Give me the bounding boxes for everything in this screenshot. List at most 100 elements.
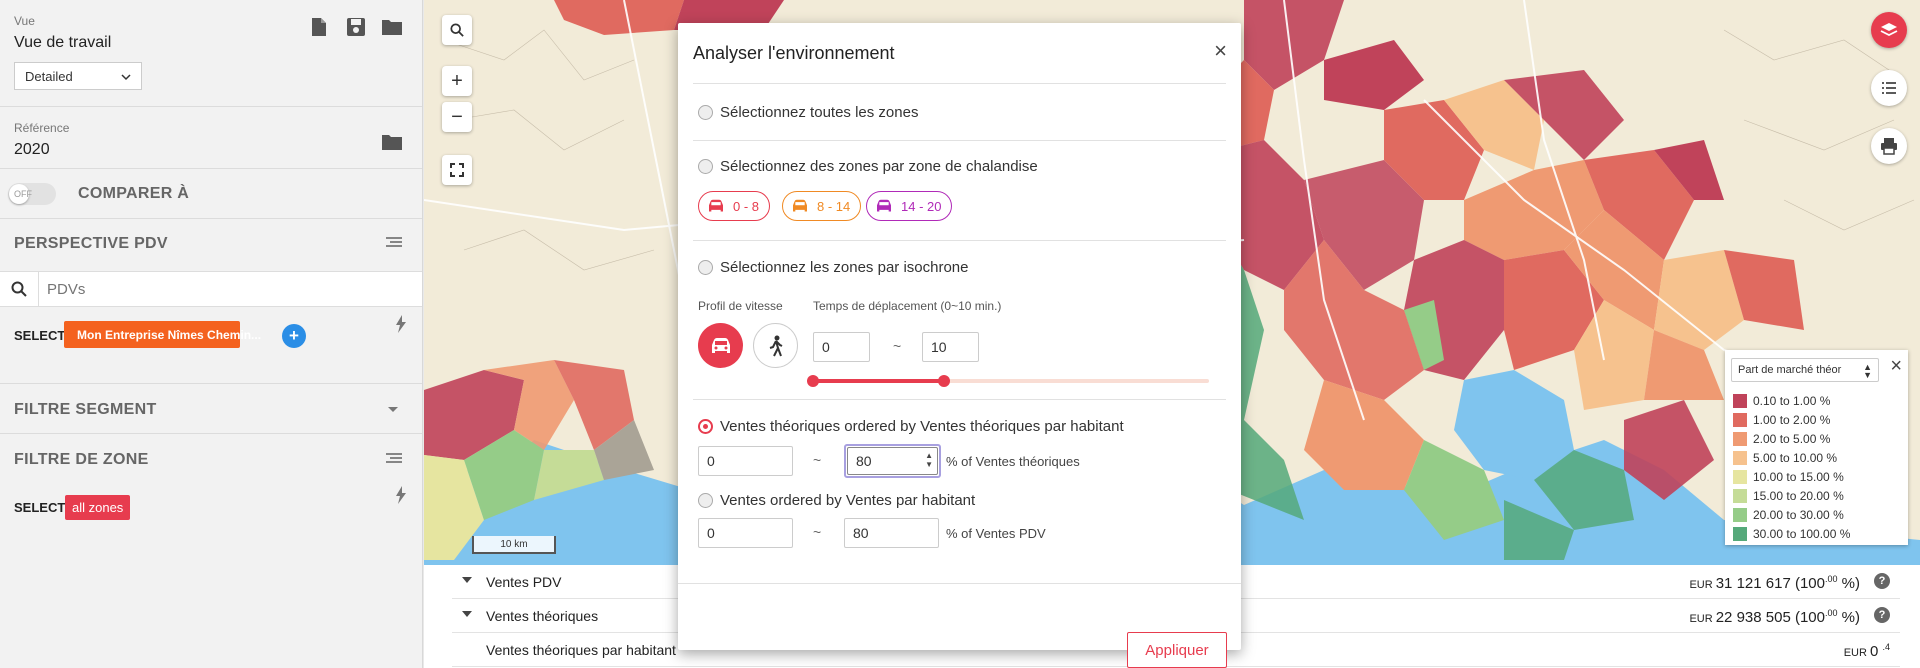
all-zones-chip[interactable]: all zones [65, 495, 131, 520]
stats-value: EUR 22 938 505 (100.00 %) [1689, 608, 1860, 626]
toggle-label: OFF [14, 189, 32, 199]
folder-icon[interactable] [381, 18, 403, 36]
reference-label: Référence [14, 121, 70, 135]
slider-handle-max[interactable] [938, 375, 950, 387]
slider-handle-min[interactable] [807, 375, 819, 387]
search-icon [11, 281, 27, 297]
pedestrian-icon [769, 335, 782, 356]
legend-item: 2.00 to 5.00 % [1733, 432, 1830, 446]
expand-caret-icon[interactable] [462, 611, 472, 617]
legend-item: 15.00 to 20.00 % [1733, 489, 1844, 503]
zone-title: FILTRE DE ZONE [14, 451, 149, 468]
list-button[interactable] [1871, 70, 1907, 106]
legend-close-button[interactable]: × [1890, 355, 1902, 378]
view-mode-select[interactable]: Detailed [14, 62, 142, 90]
layers-icon [1880, 23, 1898, 37]
sales-min-input[interactable] [698, 518, 793, 548]
menu-lines-icon[interactable] [385, 237, 403, 249]
zoom-in-button[interactable]: + [442, 66, 472, 96]
print-button[interactable] [1871, 128, 1907, 164]
divider [693, 240, 1226, 241]
lightning-icon[interactable] [395, 486, 407, 504]
help-icon[interactable]: ? [1874, 573, 1890, 589]
zoom-out-button[interactable]: − [442, 102, 472, 132]
close-dialog-button[interactable]: × [1214, 38, 1227, 64]
option-catchment[interactable]: Sélectionnez des zones par zone de chala… [720, 158, 1038, 175]
compare-label: COMPARER À [78, 185, 190, 202]
option-isochrone[interactable]: Sélectionnez les zones par isochrone [720, 259, 968, 276]
chevron-down-icon [121, 74, 131, 81]
search-map-button[interactable] [442, 15, 472, 45]
legend-swatch [1733, 489, 1747, 503]
range-separator: ~ [893, 338, 902, 354]
legend-select[interactable]: Part de marché théor ▲ ▼ [1731, 358, 1879, 382]
legend-swatch [1733, 394, 1747, 408]
legend-select-value: Part de marché théor [1738, 364, 1842, 376]
fullscreen-button[interactable] [442, 155, 472, 185]
theo-min-input[interactable] [698, 446, 793, 476]
radio-catchment[interactable] [698, 159, 713, 174]
car-profile-button[interactable] [698, 323, 743, 368]
segment-section[interactable]: FILTRE SEGMENT [0, 384, 422, 434]
divider [693, 83, 1226, 84]
pill-label: 0 - 8 [733, 198, 760, 214]
sales-max-input[interactable] [844, 518, 939, 548]
map-legend: Part de marché théor ▲ ▼ × 0.10 to 1.00 %… [1725, 350, 1908, 545]
theo-max-field[interactable]: ▲▼ [844, 444, 941, 478]
legend-label: 15.00 to 20.00 % [1753, 489, 1844, 503]
new-file-icon[interactable] [310, 17, 328, 37]
stepper-icon[interactable]: ▲ ▼ [925, 451, 933, 469]
fullscreen-icon [450, 163, 464, 177]
search-input[interactable] [38, 272, 418, 306]
apply-button[interactable]: Appliquer [1127, 632, 1227, 668]
time-slider[interactable] [807, 374, 1209, 388]
menu-lines-icon[interactable] [385, 453, 403, 465]
view-section: Vue Vue de travail Detailed [0, 0, 422, 107]
compare-toggle[interactable]: OFF [8, 183, 56, 205]
pdv-search[interactable] [0, 271, 422, 307]
value-number: 22 938 505 (100 [1715, 609, 1825, 626]
lightning-icon[interactable] [395, 315, 407, 333]
catchment-pill[interactable]: 14 - 20 [866, 191, 953, 221]
selected-pdv-chip[interactable]: Mon Entreprise Nîmes Chemin... [64, 321, 261, 348]
folder-icon[interactable] [381, 133, 403, 151]
option-all-zones[interactable]: Sélectionnez toutes les zones [720, 104, 918, 121]
currency-label: EUR [1689, 613, 1716, 625]
reference-section: Référence 2020 [0, 107, 422, 169]
legend-item: 10.00 to 15.00 % [1733, 470, 1844, 484]
legend-item: 5.00 to 10.00 % [1733, 451, 1837, 465]
add-pdv-button[interactable]: + [282, 324, 306, 348]
iso-max-input[interactable] [922, 332, 979, 362]
radio-sales[interactable] [698, 493, 713, 508]
radio-isochrone[interactable] [698, 260, 713, 275]
theo-unit: % of Ventes théoriques [946, 454, 1080, 469]
option-sales[interactable]: Ventes ordered by Ventes par habitant [720, 492, 975, 509]
range-separator: ~ [813, 452, 822, 468]
view-value: Vue de travail [14, 34, 112, 51]
range-separator: ~ [813, 524, 822, 540]
caret-down-icon[interactable] [387, 406, 399, 414]
catchment-pill[interactable]: 0 - 8 [698, 191, 771, 221]
zone-section: FILTRE DE ZONE SELECT all zones [0, 434, 422, 554]
layers-button[interactable] [1871, 12, 1907, 48]
legend-label: 30.00 to 100.00 % [1753, 527, 1851, 541]
reference-value: 2020 [14, 141, 50, 158]
currency-label: EUR [1689, 579, 1716, 591]
save-icon[interactable] [346, 17, 366, 37]
walk-profile-button[interactable] [753, 323, 798, 368]
value-decimals: .4 [1882, 642, 1890, 652]
stats-value: EUR 0 .4 [1844, 642, 1890, 660]
radio-all-zones[interactable] [698, 105, 713, 120]
iso-min-input[interactable] [813, 332, 870, 362]
help-icon[interactable]: ? [1874, 607, 1890, 623]
expand-caret-icon[interactable] [462, 577, 472, 583]
compare-section: OFF COMPARER À [0, 169, 422, 219]
catchment-pill[interactable]: 8 - 14 [782, 191, 862, 221]
option-theoretical-sales[interactable]: Ventes théoriques ordered by Ventes théo… [720, 418, 1124, 435]
legend-item: 1.00 to 2.00 % [1733, 413, 1830, 427]
radio-theoretical-sales[interactable] [698, 419, 713, 434]
travel-time-label: Temps de déplacement (0~10 min.) [813, 299, 1002, 313]
segment-title: FILTRE SEGMENT [14, 401, 157, 418]
stats-label: Ventes théoriques par habitant [486, 642, 676, 658]
scale-bar: 10 km [472, 536, 556, 554]
